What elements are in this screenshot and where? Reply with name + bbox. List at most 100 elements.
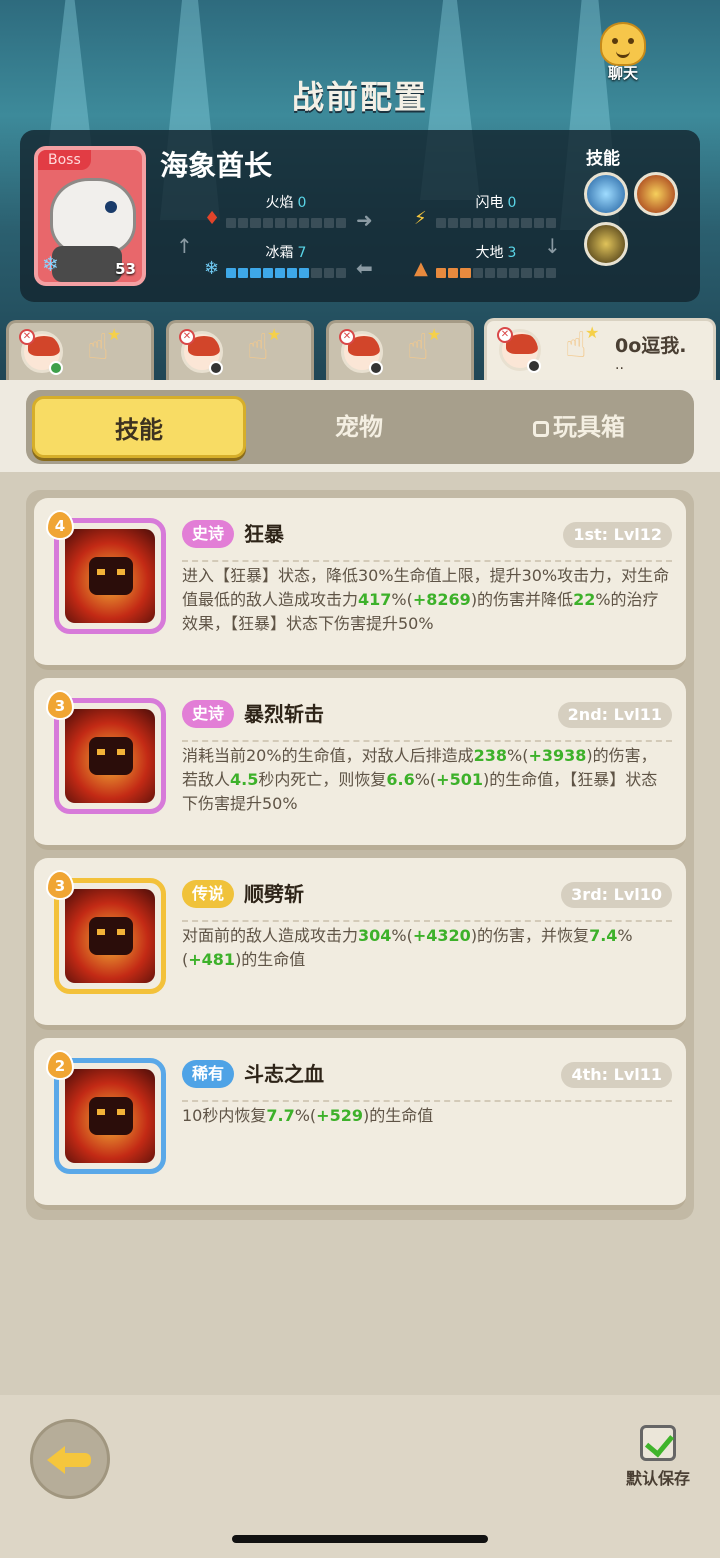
highlight-value: +481 <box>188 950 236 969</box>
boss-skill-ice-icon[interactable] <box>584 172 628 216</box>
skill-level: 3rd: Lvl10 <box>561 882 672 908</box>
highlight-value: 7.7 <box>266 1106 295 1125</box>
highlight-value: +3938 <box>528 746 587 765</box>
chat-button[interactable]: 聊天 <box>588 22 658 86</box>
divider <box>182 560 672 562</box>
arrow-down-icon: ↓ <box>544 234 561 258</box>
skill-cost-badge: 2 <box>46 1050 74 1080</box>
skill-card[interactable]: 4 史诗 狂暴 1st: Lvl12 进入【狂暴】状态，降低30%生命值上限，提… <box>34 498 686 670</box>
skill-name: 暴烈斩击 <box>244 702 324 726</box>
tab-toybox[interactable]: 玩具箱 <box>472 396 686 458</box>
desc-text: 10秒内恢复 <box>182 1106 267 1125</box>
pointing-hand-icon: ☝ <box>407 327 429 368</box>
boss-skill-earth-icon[interactable] <box>584 222 628 266</box>
remove-icon[interactable]: ✕ <box>179 329 195 345</box>
stat-label: 冰霜 <box>265 245 294 261</box>
desc-text: %( <box>391 926 413 945</box>
rarity-tag: 史诗 <box>182 700 235 728</box>
pointing-hand-icon: ☝ <box>247 327 269 368</box>
skill-description: 对面前的敌人造成攻击力304%(+4320)的伤害，并恢复7.4%(+481)的… <box>182 924 672 972</box>
highlight-value: 417 <box>358 590 392 609</box>
tab-skills[interactable]: 技能 <box>32 396 246 458</box>
desc-text: 对面前的敌人造成攻击力 <box>182 926 359 945</box>
chat-smiley-icon <box>600 22 646 66</box>
stat-value: 0 <box>507 195 517 211</box>
skill-cost-badge: 4 <box>46 510 74 540</box>
boss-level: 53 <box>115 260 136 278</box>
stat-frost: ❄ 冰霜 7 <box>204 242 347 279</box>
bottom-bar: 默认保存 <box>0 1395 720 1558</box>
desc-text: )的伤害并降低 <box>470 590 574 609</box>
chat-status-icon <box>49 361 63 375</box>
boss-info-panel: Boss ❄ 53 海象酋长 ♦ 火焰 0 ⚡ 闪电 0 ❄ 冰霜 7 ▲ 大地 3 ➜ <box>20 130 700 302</box>
skill-card[interactable]: 3 史诗 暴烈斩击 2nd: Lvl11 消耗当前20%的生命值，对敌人后排造成… <box>34 678 686 850</box>
stat-value: 0 <box>297 195 307 211</box>
highlight-value: +501 <box>436 770 483 789</box>
remove-icon[interactable]: ✕ <box>19 329 35 345</box>
stat-bar <box>436 218 557 228</box>
lightning-icon: ⚡ <box>414 208 427 229</box>
divider <box>182 1100 672 1102</box>
tab-pets[interactable]: 宠物 <box>252 396 466 458</box>
skill-level: 1st: Lvl12 <box>563 522 672 548</box>
desc-text: 消耗当前20%的生命值，对敌人后排造成 <box>182 746 474 765</box>
skill-level: 2nd: Lvl11 <box>557 702 672 728</box>
skill-cost-badge: 3 <box>46 690 74 720</box>
checkbox-checked-icon[interactable] <box>640 1425 676 1461</box>
hero-tab-1[interactable]: ✕ ☝ ★ <box>6 320 154 382</box>
skill-card[interactable]: 2 稀有 斗志之血 4th: Lvl11 10秒内恢复7.7%(+529)的生命… <box>34 1038 686 1210</box>
hero-tab-2[interactable]: ✕ ☝ ★ <box>166 320 314 382</box>
desc-text: %( <box>294 1106 317 1125</box>
home-indicator[interactable] <box>232 1535 488 1543</box>
controller-icon <box>527 359 541 373</box>
rarity-tag: 传说 <box>182 880 235 908</box>
stat-value: 7 <box>297 245 307 261</box>
walrus-body-icon <box>52 246 122 282</box>
highlight-value: +4320 <box>412 926 471 945</box>
default-save-label: 默认保存 <box>625 1469 690 1488</box>
divider <box>182 740 672 742</box>
skill-description: 10秒内恢复7.7%(+529)的生命值 <box>182 1104 672 1128</box>
boss-tag: Boss <box>38 150 91 170</box>
desc-text: )的生命值 <box>235 950 306 969</box>
back-arrow-button[interactable] <box>30 1419 110 1499</box>
stat-earth: ▲ 大地 3 <box>414 242 557 279</box>
highlight-value: 238 <box>473 746 507 765</box>
desc-text: )的伤害，并恢复 <box>470 926 590 945</box>
divider <box>182 920 672 922</box>
hero-name: 0o逗我. <box>615 335 687 357</box>
stat-bar <box>436 268 557 278</box>
tab-bar: 技能 宠物 玩具箱 <box>26 390 694 464</box>
skill-description: 消耗当前20%的生命值，对敌人后排造成238%(+3938)的伤害，若敌人4.5… <box>182 744 672 816</box>
desc-text: 秒内死亡，则恢复 <box>258 770 387 789</box>
remove-icon[interactable]: ✕ <box>339 329 355 345</box>
earth-icon: ▲ <box>414 258 428 279</box>
hero-tab-4-active[interactable]: ✕ ☝ ★ 0o逗我. .. <box>484 318 716 384</box>
hero-name-overflow: .. <box>615 357 624 373</box>
highlight-value: 7.4 <box>589 926 618 945</box>
default-save-toggle[interactable]: 默认保存 <box>618 1425 698 1489</box>
highlight-value: +529 <box>316 1106 363 1125</box>
boss-skill-fire-icon[interactable] <box>634 172 678 216</box>
stat-lightning: ⚡ 闪电 0 <box>414 192 557 229</box>
snowflake-icon: ❄ <box>204 258 220 279</box>
controller-icon <box>209 361 223 375</box>
hero-tab-3[interactable]: ✕ ☝ ★ <box>326 320 474 382</box>
desc-text: )的生命值 <box>362 1106 434 1125</box>
arrow-up-icon: ↑ <box>176 234 193 258</box>
fire-icon: ♦ <box>204 208 221 229</box>
desc-text: %( <box>506 746 529 765</box>
pointing-hand-icon: ☝ <box>565 325 587 366</box>
stat-bar <box>226 268 347 278</box>
stat-label: 闪电 <box>475 195 504 211</box>
tab-toybox-label: 玩具箱 <box>553 413 625 441</box>
skill-list: 4 史诗 狂暴 1st: Lvl12 进入【狂暴】状态，降低30%生命值上限，提… <box>26 490 694 1220</box>
skill-card[interactable]: 3 传说 顺劈斩 3rd: Lvl10 对面前的敌人造成攻击力304%(+432… <box>34 858 686 1030</box>
boss-portrait[interactable]: Boss ❄ 53 <box>34 146 146 286</box>
stat-label: 火焰 <box>265 195 294 211</box>
skill-description: 进入【狂暴】状态，降低30%生命值上限，提升30%攻击力，对生命值最低的敌人造成… <box>182 564 672 636</box>
frost-icon: ❄ <box>42 252 59 276</box>
pointing-hand-icon: ☝ <box>87 327 109 368</box>
arrow-right-icon: ➜ <box>356 208 373 232</box>
remove-icon[interactable]: ✕ <box>497 327 513 343</box>
